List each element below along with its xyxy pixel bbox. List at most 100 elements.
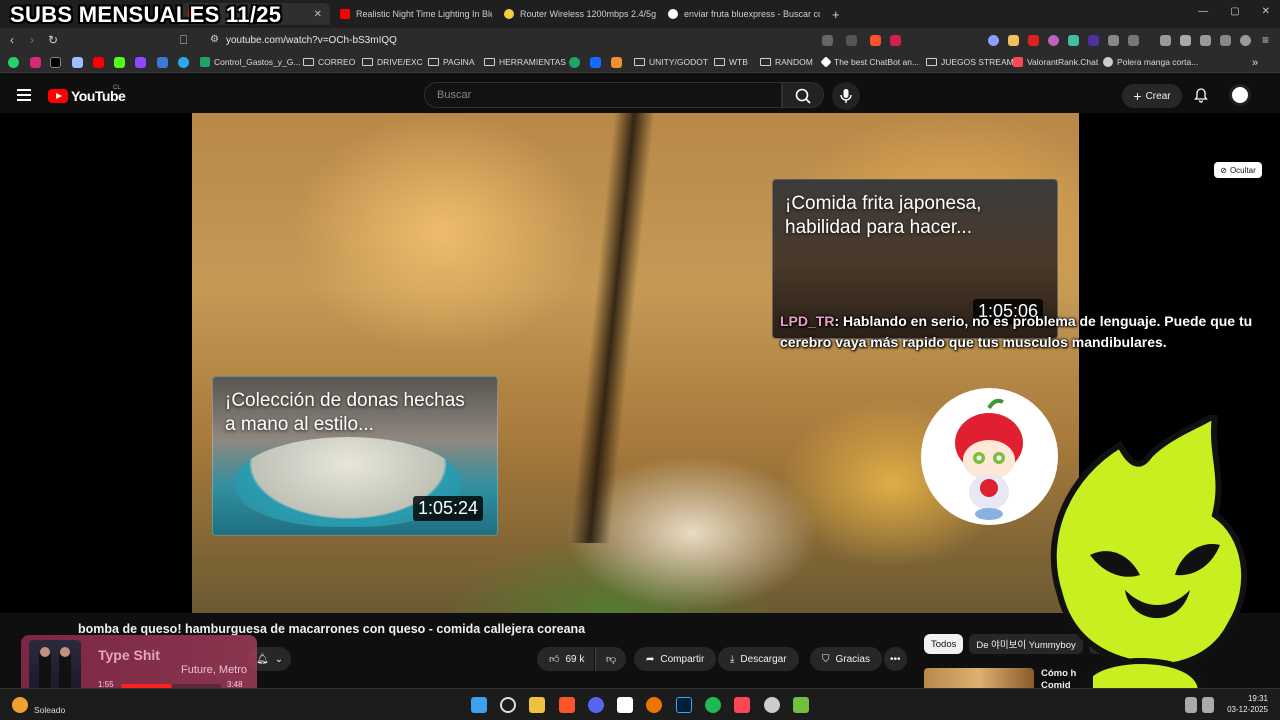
leo-icon[interactable] bbox=[1220, 35, 1231, 46]
notion-icon[interactable] bbox=[617, 697, 633, 713]
paypal-icon[interactable] bbox=[157, 57, 168, 68]
x-icon[interactable] bbox=[50, 57, 61, 68]
reload-icon[interactable]: ↻ bbox=[48, 33, 58, 47]
extension-icon[interactable] bbox=[988, 35, 999, 46]
brave-browser-icon[interactable] bbox=[559, 697, 575, 713]
youtube-icon[interactable] bbox=[93, 57, 104, 68]
obs-icon[interactable] bbox=[764, 697, 780, 713]
vpn-icon[interactable] bbox=[1240, 35, 1251, 46]
media-icon[interactable] bbox=[1160, 35, 1171, 46]
bookmark-wtb[interactable]: WTB bbox=[714, 57, 748, 67]
file-explorer-icon[interactable] bbox=[529, 697, 545, 713]
site-info-icon[interactable]: ⚙ bbox=[210, 33, 219, 47]
back-icon[interactable]: ‹ bbox=[10, 33, 14, 47]
bookmark-valorantrank[interactable]: ValorantRank.Chat bbox=[1013, 57, 1098, 67]
chip-todos[interactable]: Todos bbox=[924, 634, 964, 654]
bookmark-correo[interactable]: CORREO bbox=[303, 57, 355, 67]
screenshot-icon[interactable] bbox=[1128, 35, 1139, 46]
volume-icon[interactable] bbox=[1202, 697, 1214, 713]
app-icon[interactable] bbox=[793, 697, 809, 713]
search-icon[interactable] bbox=[500, 697, 516, 713]
album-art bbox=[29, 640, 81, 692]
weather-label[interactable]: Soleado bbox=[34, 705, 65, 715]
cast-icon[interactable] bbox=[822, 35, 833, 46]
thanks-button[interactable]: ⛉ Gracias bbox=[810, 647, 882, 671]
network-icon[interactable] bbox=[1185, 697, 1197, 713]
search-input[interactable]: Buscar bbox=[424, 82, 782, 108]
extension-icon[interactable] bbox=[1028, 35, 1039, 46]
sun-weather-icon[interactable] bbox=[12, 697, 28, 713]
download-button[interactable]: ⤓ Descargar bbox=[718, 647, 799, 671]
bookmark-random[interactable]: RANDOM bbox=[760, 57, 813, 67]
user-avatar[interactable] bbox=[1229, 84, 1251, 106]
folder-icon bbox=[714, 58, 725, 66]
new-tab-button[interactable]: + bbox=[824, 3, 844, 25]
whatsapp-icon[interactable] bbox=[8, 57, 19, 68]
bookmark-drive[interactable]: DRIVE/EXC bbox=[362, 57, 423, 67]
valorant-icon[interactable] bbox=[734, 697, 750, 713]
instagram-icon[interactable] bbox=[30, 57, 41, 68]
country-code: CL bbox=[113, 85, 121, 91]
bookmark-pagina[interactable]: PAGINA bbox=[428, 57, 475, 67]
extension-icon[interactable] bbox=[1048, 35, 1059, 46]
youtube-logo[interactable]: YouTube CL bbox=[48, 85, 126, 104]
system-clock[interactable]: 19:31 03-12-2025 bbox=[1220, 693, 1268, 715]
close-window-icon[interactable]: ✕ bbox=[1262, 6, 1270, 17]
telegram-icon[interactable] bbox=[178, 57, 189, 68]
tab-router[interactable]: Router Wireless 1200mbps 2.4/5g De bbox=[496, 3, 656, 25]
spotify-icon[interactable] bbox=[705, 697, 721, 713]
more-bookmarks-icon[interactable]: » bbox=[1252, 57, 1258, 69]
bookmark-icon[interactable]: ⎕ bbox=[180, 33, 187, 47]
shortcut-icon[interactable] bbox=[569, 57, 580, 68]
chevron-down-icon: ⌄ bbox=[274, 653, 284, 665]
notifications-bell-icon[interactable] bbox=[1193, 87, 1209, 103]
extension-icon[interactable] bbox=[1008, 35, 1019, 46]
blender-icon[interactable] bbox=[646, 697, 662, 713]
photoshop-icon[interactable] bbox=[676, 697, 692, 713]
maximize-icon[interactable]: ▢ bbox=[1230, 6, 1239, 17]
more-actions-button[interactable]: ••• bbox=[884, 647, 907, 671]
forward-icon[interactable]: › bbox=[30, 33, 34, 47]
extension-icon[interactable] bbox=[1068, 35, 1079, 46]
tab-lighting[interactable]: Realistic Night Time Lighting In Blen bbox=[332, 3, 492, 25]
extension-icon[interactable] bbox=[1088, 35, 1099, 46]
bookmark-herramientas[interactable]: HERRAMIENTAS bbox=[484, 57, 566, 67]
extensions-puzzle-icon[interactable] bbox=[1108, 35, 1119, 46]
bookmark-chatbot[interactable]: The best ChatBot an... bbox=[820, 56, 919, 68]
brave-rewards-icon[interactable] bbox=[890, 35, 901, 46]
menu-icon[interactable]: ≡ bbox=[1262, 33, 1269, 47]
create-button[interactable]: + Crear bbox=[1122, 84, 1182, 108]
hide-endcards-button[interactable]: ⊘ Ocultar bbox=[1214, 162, 1262, 178]
bookmark-polera[interactable]: Polera manga corta... bbox=[1103, 57, 1198, 67]
like-button[interactable]: 👍︎ 69 k bbox=[537, 647, 595, 671]
bookmark-control-gastos[interactable]: Control_Gastos_y_G... bbox=[200, 57, 300, 67]
youtube-play-icon bbox=[48, 89, 68, 103]
share-button[interactable]: ➦ Compartir bbox=[634, 647, 717, 671]
wallet-icon[interactable] bbox=[1200, 35, 1211, 46]
brave-shield-icon[interactable] bbox=[870, 35, 881, 46]
discord-icon[interactable] bbox=[588, 697, 604, 713]
voice-search-button[interactable] bbox=[832, 82, 860, 110]
share-icon[interactable] bbox=[846, 35, 857, 46]
stream-overlay-title: SUBS MENSUALES 11/25 bbox=[10, 2, 282, 27]
kick-icon[interactable] bbox=[114, 57, 125, 68]
hamburger-menu-icon[interactable] bbox=[17, 89, 31, 104]
dislike-button[interactable]: 👎︎ bbox=[595, 647, 627, 671]
close-tab-icon[interactable]: ✕ bbox=[314, 9, 322, 20]
window-controls: — ▢ ✕ bbox=[1198, 6, 1270, 17]
sidebar-icon[interactable] bbox=[1180, 35, 1191, 46]
shortcut-icon[interactable] bbox=[611, 57, 622, 68]
microphone-icon bbox=[840, 89, 852, 103]
search-button[interactable] bbox=[782, 82, 824, 108]
endcard-video-2[interactable]: ¡Colección de donas hechas a mano al est… bbox=[212, 376, 498, 536]
behance-icon[interactable] bbox=[590, 57, 601, 68]
url-text: youtube.com/watch?v=OCh-bS3mIQQ bbox=[226, 35, 397, 46]
cloud-icon[interactable] bbox=[72, 57, 83, 68]
address-bar[interactable]: ⚙ youtube.com/watch?v=OCh-bS3mIQQ bbox=[202, 31, 912, 50]
twitch-icon[interactable] bbox=[135, 57, 146, 68]
tab-search[interactable]: enviar fruta bluexpress - Buscar con bbox=[660, 3, 820, 25]
bookmark-unity-godot[interactable]: UNITY/GODOT bbox=[634, 57, 708, 67]
windows-start-icon[interactable] bbox=[471, 697, 487, 713]
minimize-icon[interactable]: — bbox=[1198, 6, 1208, 17]
bookmark-juegos-stream[interactable]: JUEGOS STREAM bbox=[926, 57, 1014, 67]
